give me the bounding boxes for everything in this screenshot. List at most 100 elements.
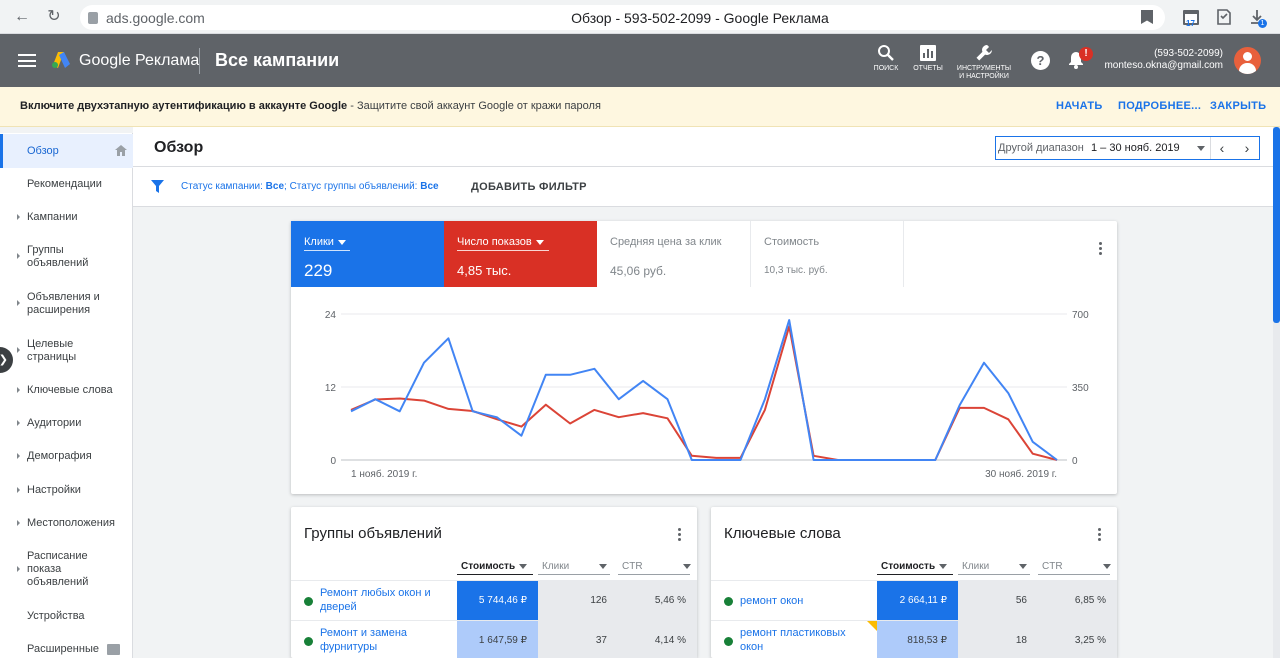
cost-cell: 5 744,46 ₽: [457, 581, 538, 620]
metric-clicks-value: 229: [304, 261, 333, 280]
calendar-extension-icon[interactable]: 17: [1182, 8, 1200, 28]
date-range-value: 1 – 30 нояб. 2019: [1091, 142, 1180, 154]
banner-rest-text: - Защитите свой аккаунт Google от кражи …: [347, 100, 601, 112]
section-title: Все кампании: [215, 50, 340, 70]
filter-summary[interactable]: Статус кампании: Все; Статус группы объя…: [181, 181, 439, 192]
chart-more-icon[interactable]: [1099, 241, 1103, 257]
column-clicks-label: Клики: [962, 561, 990, 572]
column-ctr-header[interactable]: CTR: [622, 561, 691, 572]
expand-arrow-icon: [17, 387, 20, 393]
table-row[interactable]: ремонт окон 2 664,11 ₽ 56 6,85 %: [711, 580, 1117, 620]
metric-underline: [457, 250, 549, 251]
account-email: monteso.okna@gmail.com: [1104, 60, 1223, 71]
add-filter-button[interactable]: ДОБАВИТЬ ФИЛЬТР: [471, 181, 587, 193]
cost-cell: 1 647,59 ₽: [457, 621, 538, 658]
expand-arrow-icon: [17, 214, 20, 220]
google-ads-logo: [52, 52, 70, 68]
page-scrollbar[interactable]: [1273, 127, 1280, 658]
metric-impressions-label: Число показов: [457, 236, 544, 248]
chevron-down-icon: [682, 563, 691, 569]
tools-settings-label: инструменты и настройки: [956, 65, 1012, 80]
metric-clicks-label-text: Клики: [304, 236, 334, 248]
keyword-name-link[interactable]: ремонт пластиковых окон: [740, 626, 865, 654]
help-icon[interactable]: ?: [1031, 51, 1050, 70]
keywords-more-icon[interactable]: [1098, 527, 1102, 543]
bookmark-icon[interactable]: [1141, 10, 1153, 24]
campaign-status-label: Статус кампании:: [181, 181, 266, 192]
metric-impressions[interactable]: Число показов 4,85 тыс.: [444, 221, 597, 287]
column-underline: [618, 574, 690, 575]
reload-icon[interactable]: ↻: [44, 7, 64, 27]
scrollbar-thumb[interactable]: [1273, 127, 1280, 323]
puzzle-extension-icon[interactable]: [1215, 8, 1233, 26]
chevron-right-icon[interactable]: ›: [1238, 139, 1256, 157]
date-range-picker[interactable]: Другой диапазон 1 – 30 нояб. 2019 ‹ ›: [995, 136, 1260, 160]
column-cost-header[interactable]: Стоимость: [881, 561, 948, 572]
ad-group-name-link[interactable]: Ремонт и замена фурнитуры: [320, 626, 445, 654]
feedback-icon[interactable]: [107, 644, 120, 655]
calendar-badge: 17: [1186, 19, 1195, 28]
keyword-name-link[interactable]: ремонт окон: [740, 594, 865, 608]
metric-clicks[interactable]: Клики 229: [291, 221, 444, 287]
download-icon[interactable]: 1: [1248, 8, 1267, 28]
filter-icon[interactable]: [151, 180, 164, 193]
sort-down-icon: [519, 563, 528, 569]
left-axis-tick-label: 12: [325, 383, 337, 394]
address-bar[interactable]: ads.google.com Обзор - 593-502-2099 - Go…: [80, 5, 1165, 30]
table-row[interactable]: Ремонт любых окон и дверей 5 744,46 ₽ 12…: [291, 580, 697, 620]
expand-arrow-icon: [17, 253, 20, 259]
reports-tool-button[interactable]: отчеты: [911, 44, 945, 73]
clicks-cell: 126: [538, 581, 618, 620]
avatar[interactable]: [1234, 47, 1261, 74]
chevron-down-icon: [599, 563, 608, 569]
sidebar-item-label: Целевые страницы: [27, 338, 77, 363]
column-ctr-header[interactable]: CTR: [1042, 561, 1111, 572]
sidebar-item-overview[interactable]: Обзор: [0, 134, 133, 168]
banner-close-button[interactable]: ЗАКРЫТЬ: [1210, 100, 1266, 112]
page-header: Обзор Другой диапазон 1 – 30 нояб. 2019 …: [133, 127, 1273, 167]
column-underline: [877, 574, 953, 575]
ad-group-name-link[interactable]: Ремонт любых окон и дверей: [320, 586, 445, 614]
expand-arrow-icon: [17, 566, 20, 572]
metric-cost-value: 10,3 тыс. руб.: [764, 265, 828, 276]
back-arrow-icon[interactable]: ←: [12, 7, 32, 27]
banner-message: Включите двухэтапную аутентификацию в ак…: [20, 100, 601, 112]
sidebar-item-label: Настройки: [27, 484, 81, 496]
column-ctr-label: CTR: [622, 561, 643, 572]
account-info[interactable]: (593-502-2099) monteso.okna@gmail.com: [1104, 48, 1223, 72]
sidebar-item-label: Демография: [27, 450, 92, 462]
expand-arrow-icon: [17, 520, 20, 526]
sidebar-item-label: Расширенные: [27, 643, 99, 655]
ad-groups-more-icon[interactable]: [678, 527, 682, 543]
column-cost-header[interactable]: Стоимость: [461, 561, 528, 572]
metric-cost[interactable]: Стоимость 10,3 тыс. руб.: [751, 221, 904, 287]
ctr-cell: 3,25 %: [1038, 621, 1117, 658]
browser-chrome: ← ↻ ads.google.com Обзор - 593-502-2099 …: [0, 0, 1280, 34]
menu-icon[interactable]: [18, 54, 36, 67]
expand-arrow-icon: [17, 300, 20, 306]
column-underline: [457, 574, 533, 575]
chevron-down-icon[interactable]: [1197, 146, 1205, 151]
reports-icon: [920, 45, 936, 61]
table-row[interactable]: ремонт пластиковых окон 818,53 ₽ 18 3,25…: [711, 620, 1117, 658]
column-underline: [958, 574, 1030, 575]
sort-down-icon: [939, 563, 948, 569]
metric-underline: [304, 250, 350, 251]
column-clicks-header[interactable]: Клики: [542, 561, 611, 572]
status-enabled-icon: [304, 637, 313, 646]
chevron-left-icon[interactable]: ‹: [1213, 139, 1231, 157]
sidebar-item-label: Местоположения: [27, 517, 115, 529]
banner-more-button[interactable]: ПОДРОБНЕЕ...: [1118, 100, 1201, 112]
tools-settings-button[interactable]: инструменты и настройки: [955, 44, 1013, 81]
campaign-status-value: Все: [265, 181, 285, 192]
column-clicks-header[interactable]: Клики: [962, 561, 1031, 572]
sidebar-item-label: Устройства: [27, 610, 85, 622]
banner-start-button[interactable]: НАЧАТЬ: [1056, 100, 1103, 112]
app-header: Google Реклама Все кампании поиск отчеты…: [0, 34, 1280, 87]
metric-avg-cpc-label: Средняя цена за клик: [610, 236, 722, 248]
search-tool-button[interactable]: поиск: [871, 44, 901, 73]
column-cost-label: Стоимость: [461, 561, 516, 572]
table-row[interactable]: Ремонт и замена фурнитуры 1 647,59 ₽ 37 …: [291, 620, 697, 658]
header-divider: [199, 48, 200, 74]
metric-avg-cpc[interactable]: Средняя цена за клик 45,06 руб.: [597, 221, 751, 287]
